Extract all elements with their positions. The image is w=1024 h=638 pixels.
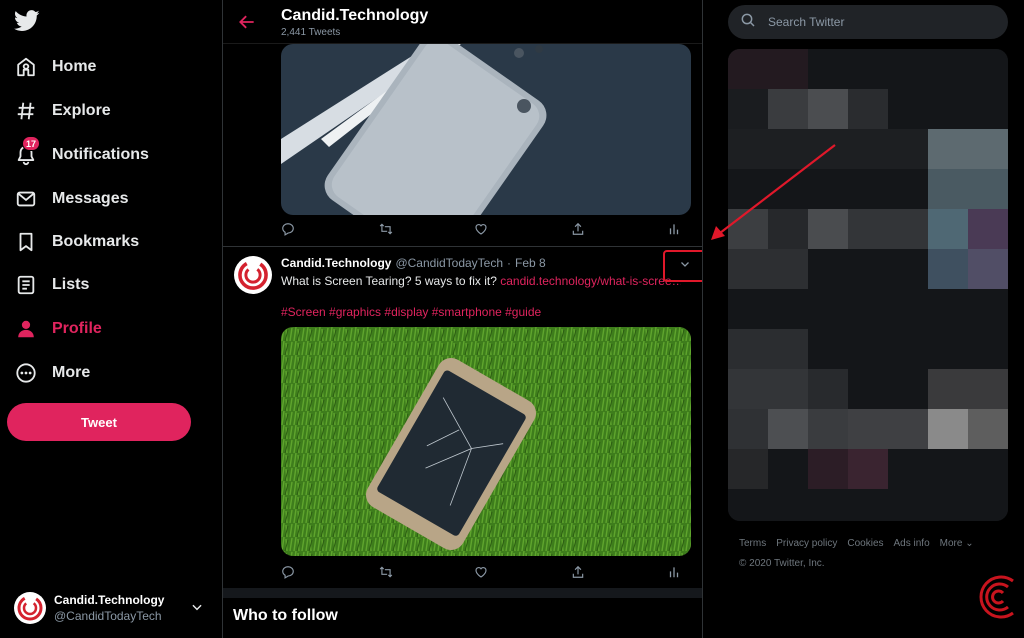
tweet-author-line: Candid.Technology @CandidTodayTech · Feb…: [281, 256, 546, 270]
tweet-button[interactable]: Tweet: [7, 403, 191, 441]
nav-label-explore: Explore: [52, 102, 111, 119]
tweet-actions-1: [281, 222, 691, 238]
analytics-icon[interactable]: [667, 222, 683, 238]
person-icon: [14, 317, 38, 341]
nav-item-profile[interactable]: Profile: [14, 311, 102, 347]
nav-item-lists[interactable]: Lists: [14, 267, 89, 303]
tweet-text: What is Screen Tearing? 5 ways to fix it…: [281, 274, 681, 288]
watermark-logo: [977, 572, 1021, 622]
reply-icon[interactable]: [281, 565, 297, 581]
footer-link-more[interactable]: More ⌄: [940, 538, 974, 549]
nav-item-notifications[interactable]: 17 Notifications: [14, 136, 149, 173]
section-gap: [223, 588, 702, 598]
chevron-down-icon: [190, 600, 204, 619]
account-name: Candid.Technology: [54, 593, 165, 607]
nav-label-bookmarks: Bookmarks: [52, 233, 140, 250]
timeline-column: Candid.Technology 2,441 Tweets Candid.Te…: [222, 0, 703, 638]
nav-label-profile: Profile: [52, 320, 102, 337]
avatar[interactable]: [234, 256, 272, 294]
search-bar[interactable]: [728, 5, 1008, 39]
retweet-icon[interactable]: [378, 222, 394, 238]
tweet-divider: [223, 246, 702, 247]
search-input[interactable]: [768, 15, 988, 29]
search-icon: [740, 12, 756, 33]
nav-item-messages[interactable]: Messages: [14, 181, 129, 217]
envelope-icon: [14, 187, 38, 211]
nav-item-bookmarks[interactable]: Bookmarks: [14, 224, 139, 260]
footer-link-cookies[interactable]: Cookies: [847, 538, 883, 549]
left-navigation: Home Explore 17 Notifications Messages B…: [0, 0, 222, 638]
nav-item-home[interactable]: Home: [14, 49, 96, 85]
profile-header: Candid.Technology 2,441 Tweets: [223, 0, 702, 44]
footer-more-label: More: [939, 538, 963, 549]
trends-panel-pixelated: [728, 49, 1008, 521]
footer-link-terms[interactable]: Terms: [739, 538, 766, 549]
separator-dot: ·: [507, 256, 512, 270]
footer-link-privacy[interactable]: Privacy policy: [776, 538, 837, 549]
account-switcher[interactable]: Candid.Technology @CandidTodayTech: [14, 588, 210, 628]
bell-icon: 17: [14, 136, 41, 167]
tweet-link[interactable]: candid.technology/what-is-scree…: [500, 274, 681, 288]
footer: Terms Privacy policy Cookies Ads info Mo…: [739, 538, 1009, 569]
hashtag-icon: [14, 99, 38, 123]
analytics-icon[interactable]: [667, 565, 683, 581]
chevron-down-icon: ⌄: [965, 538, 974, 549]
nav-label-messages: Messages: [52, 190, 129, 207]
nav-label-more: More: [52, 364, 91, 381]
tweet-options-button[interactable]: [663, 250, 702, 282]
like-icon[interactable]: [474, 222, 490, 238]
notification-count-badge: 17: [22, 136, 41, 151]
reply-icon[interactable]: [281, 222, 297, 238]
tweet-date[interactable]: Feb 8: [515, 256, 546, 270]
nav-label-lists: Lists: [52, 276, 90, 293]
like-icon[interactable]: [474, 565, 490, 581]
tweet-media-image-phone[interactable]: [281, 44, 691, 215]
chevron-down-icon: [679, 257, 691, 275]
home-icon: [14, 55, 38, 79]
tweet-hashtags[interactable]: #Screen #graphics #display #smartphone #…: [281, 305, 541, 319]
page-title: Candid.Technology: [281, 7, 429, 24]
twitter-logo-icon[interactable]: [13, 10, 40, 34]
back-arrow-icon[interactable]: [237, 12, 257, 37]
list-icon: [14, 273, 38, 297]
tweet-actions-2: [281, 565, 691, 581]
avatar: [14, 592, 46, 624]
tweet-count: 2,441 Tweets: [281, 27, 341, 38]
more-icon: [14, 361, 38, 385]
right-sidebar: Terms Privacy policy Cookies Ads info Mo…: [703, 0, 1024, 638]
retweet-icon[interactable]: [378, 565, 394, 581]
tweet-body: What is Screen Tearing? 5 ways to fix it…: [281, 274, 501, 288]
nav-item-more[interactable]: More: [14, 355, 90, 391]
copyright: © 2020 Twitter, Inc.: [739, 558, 825, 569]
footer-link-ads-info[interactable]: Ads info: [894, 538, 930, 549]
share-icon[interactable]: [571, 565, 587, 581]
account-handle: @CandidTodayTech: [54, 609, 162, 623]
nav-item-explore[interactable]: Explore: [14, 93, 111, 129]
nav-label-home: Home: [52, 58, 97, 75]
tweet-media-image-cracked-phone[interactable]: [281, 327, 691, 556]
who-to-follow-heading: Who to follow: [233, 607, 338, 624]
tweet-author-name[interactable]: Candid.Technology: [281, 256, 391, 270]
nav-label-notifications: Notifications: [52, 146, 149, 163]
share-icon[interactable]: [571, 222, 587, 238]
bookmark-icon: [14, 230, 38, 254]
tweet-author-handle[interactable]: @CandidTodayTech: [395, 256, 503, 270]
